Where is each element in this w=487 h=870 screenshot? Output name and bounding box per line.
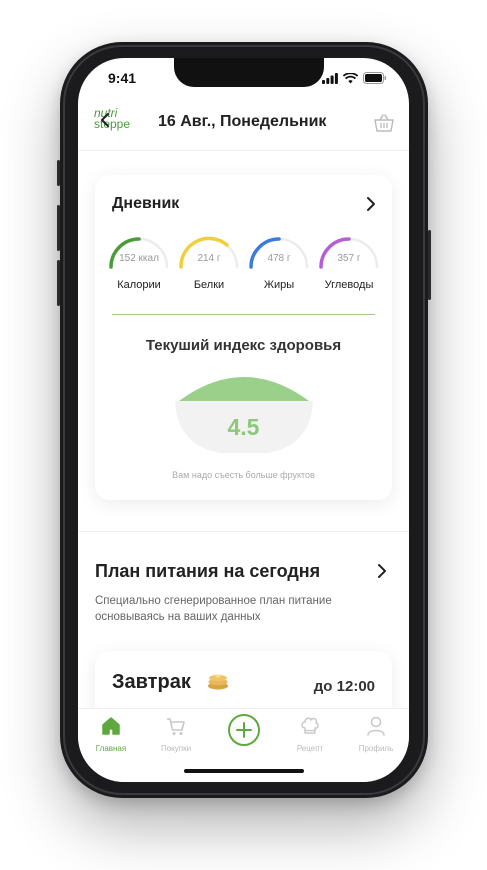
macro-calories: 152 ккал Калории: [107, 231, 171, 291]
tab-label: Рецепт: [296, 744, 324, 753]
home-icon: [102, 717, 120, 735]
breakfast-time: до 12:00: [313, 678, 375, 695]
section-divider: [78, 531, 409, 532]
macro-value: 478 г: [267, 253, 291, 264]
diary-title: Дневник: [112, 195, 180, 212]
macro-value: 214 г: [197, 253, 221, 264]
signal-icon: [322, 72, 338, 84]
phone-screen: 9:41 nutri steppe 16 Авг., Понедельник Д…: [78, 58, 409, 782]
header-date: 16 Авг., Понедельник: [158, 113, 327, 130]
breakfast-title: Завтрак: [112, 671, 191, 693]
tab-label: Профиль: [358, 744, 394, 753]
macro-protein: 214 г Белки: [177, 231, 241, 291]
pancakes-icon: [208, 674, 228, 690]
battery-icon: [363, 72, 387, 84]
tab-profile[interactable]: Профиль: [346, 715, 406, 753]
status-icons: [322, 72, 387, 84]
meal-plan-subtitle: Специально сгенерированное план питание …: [95, 595, 332, 623]
tab-recipe[interactable]: Рецепт: [280, 715, 340, 753]
calories-ring-icon: [109, 237, 169, 269]
protein-ring-icon: [179, 236, 239, 269]
tab-label: Главная: [95, 744, 127, 753]
health-score: 4.5: [227, 414, 260, 440]
basket-icon[interactable]: [373, 112, 395, 134]
meal-plan-title[interactable]: План питания на сегодня: [95, 561, 320, 582]
add-icon: [228, 714, 260, 746]
tab-label: Покупки: [160, 744, 192, 753]
cart-icon: [167, 718, 185, 735]
tab-shopping[interactable]: Покупки: [146, 715, 206, 753]
home-indicator: [184, 769, 304, 773]
macro-carbs: 357 г Углеводы: [317, 231, 381, 291]
health-tip: Вам надо съесть больше фруктов: [172, 470, 315, 480]
profile-icon: [367, 716, 385, 736]
macro-value: 152 ккал: [119, 253, 159, 264]
macro-label: Белки: [193, 279, 225, 291]
macro-label: Калории: [117, 279, 161, 291]
macro-rings: 152 ккал Калории 214 г Белки 478 г Жиры: [107, 231, 381, 291]
status-time: 9:41: [108, 70, 137, 86]
chevron-right-icon[interactable]: [366, 196, 376, 212]
phone-side-button-left: [57, 205, 60, 251]
chef-hat-icon: [301, 717, 319, 734]
phone-side-button-left: [57, 260, 60, 306]
phone-side-button-right: [428, 230, 431, 300]
diary-card[interactable]: Дневник 152 ккал Калории 214 г Белки 478…: [95, 175, 392, 500]
back-chevron-icon[interactable]: [100, 112, 110, 128]
tab-add[interactable]: [214, 713, 274, 754]
chevron-right-icon[interactable]: [377, 563, 387, 579]
tab-home[interactable]: Главная: [81, 715, 141, 753]
macro-value: 357 г: [337, 253, 361, 264]
carbs-ring-icon: [319, 237, 379, 269]
notch: [174, 58, 324, 87]
health-index-title: Текуший индекс здоровья: [145, 337, 342, 354]
fat-ring-icon: [249, 237, 309, 269]
app-header: nutri steppe 16 Авг., Понедельник: [78, 98, 409, 151]
macro-label: Углеводы: [324, 279, 374, 291]
phone-side-button-left: [57, 160, 60, 186]
macro-label: Жиры: [263, 279, 295, 291]
macro-fat: 478 г Жиры: [247, 231, 311, 291]
wifi-icon: [343, 72, 358, 83]
divider: [112, 314, 375, 315]
